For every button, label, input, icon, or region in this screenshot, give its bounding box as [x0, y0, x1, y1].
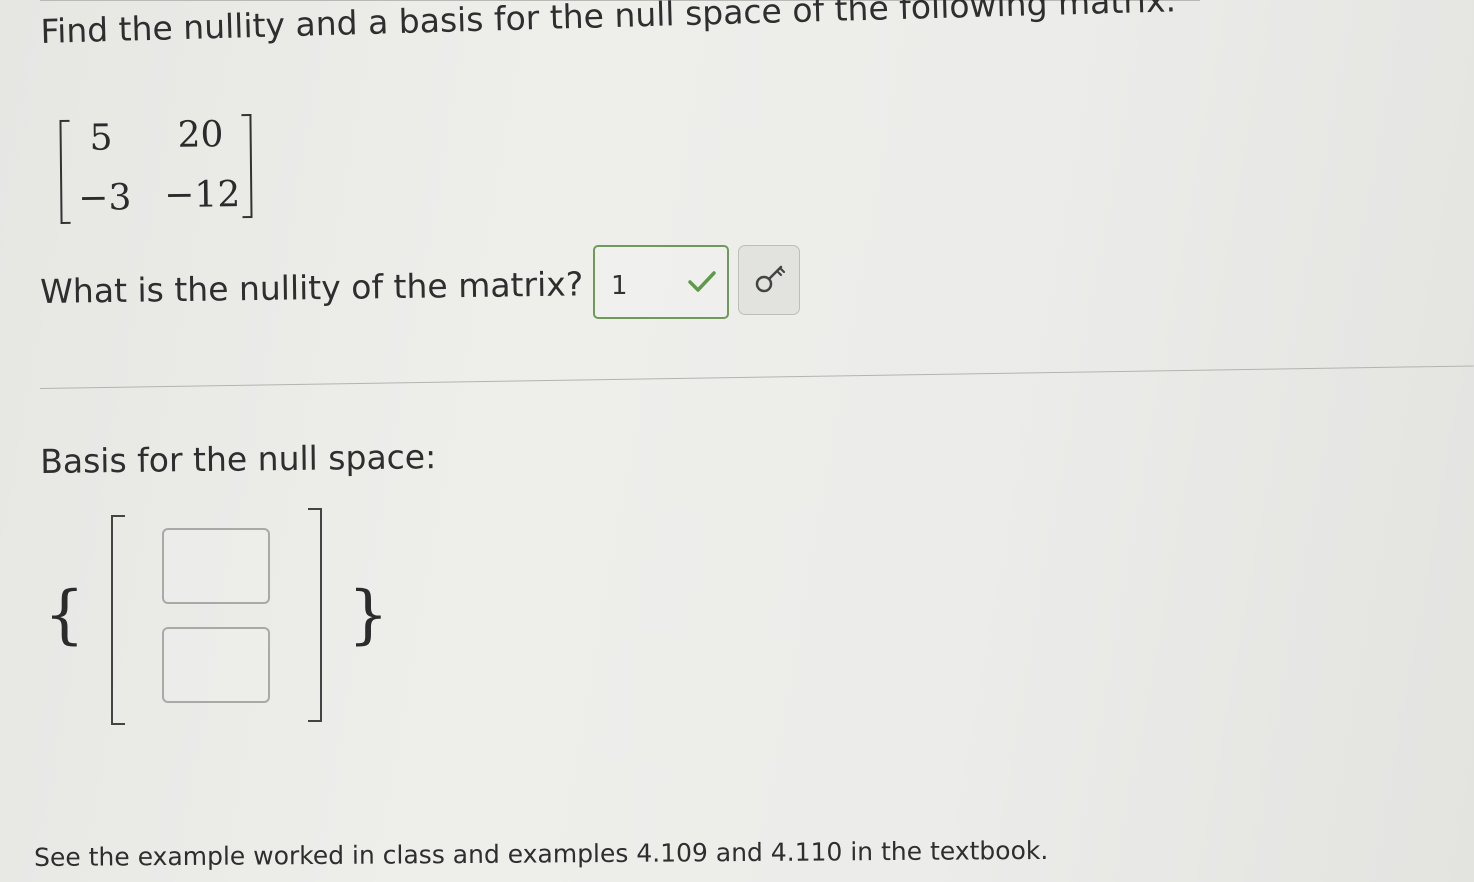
set-open-brace: {: [44, 578, 85, 652]
vector-left-bracket: [111, 515, 125, 725]
show-answer-key-button[interactable]: [738, 245, 800, 315]
matrix-cell: 20: [177, 114, 224, 156]
section-divider: [40, 365, 1474, 389]
basis-vector-entry-1[interactable]: [162, 528, 270, 604]
hint-text: See the example worked in class and exam…: [34, 835, 1049, 872]
matrix-cell: 5: [89, 117, 113, 159]
nullity-answer-value: 1: [611, 271, 628, 301]
vector-right-bracket: [308, 508, 322, 722]
matrix-right-bracket: [241, 113, 253, 219]
nullity-answer-field[interactable]: 1: [593, 245, 729, 319]
basis-vector-entry-2[interactable]: [162, 627, 270, 703]
key-icon: [755, 265, 786, 293]
basis-label: Basis for the null space:: [40, 437, 437, 481]
set-close-brace: }: [348, 578, 389, 652]
matrix-cell: −3: [78, 177, 132, 219]
matrix-left-bracket: [59, 119, 71, 225]
checkmark-icon: [688, 271, 716, 292]
matrix-cell: −12: [164, 174, 241, 216]
matrix: 5 20 −3 −12: [59, 113, 253, 225]
nullity-question: What is the nullity of the matrix?: [40, 264, 584, 311]
problem-prompt: Find the nullity and a basis for the nul…: [40, 0, 1177, 51]
